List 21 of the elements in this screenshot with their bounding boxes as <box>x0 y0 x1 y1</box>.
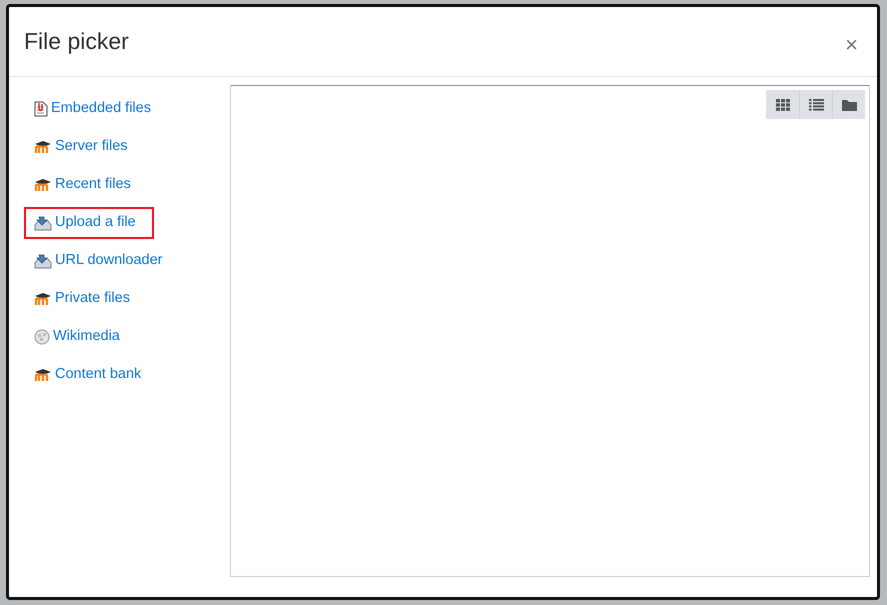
repository-link[interactable]: Content bank <box>24 359 160 391</box>
graduation-cap-icon <box>34 140 52 154</box>
globe-icon <box>34 329 50 345</box>
repository-link[interactable]: URL downloader <box>24 245 180 277</box>
repository-link[interactable]: Wikimedia <box>24 321 138 353</box>
upload-tray-icon <box>34 253 52 269</box>
dialog-title: File picker <box>24 27 129 56</box>
repository-link[interactable]: Embedded files <box>24 93 169 125</box>
repository-link[interactable]: Private files <box>24 283 148 315</box>
repository-link[interactable]: Upload a file <box>24 207 154 239</box>
list-icon <box>808 98 824 110</box>
folder-icon <box>842 98 856 110</box>
graduation-cap-icon <box>34 368 52 382</box>
graduation-cap-icon <box>34 178 52 192</box>
close-button[interactable]: × <box>841 34 862 56</box>
graduation-cap-icon <box>34 292 52 306</box>
upload-tray-icon <box>34 215 52 231</box>
repository-link[interactable]: Server files <box>24 131 146 163</box>
repository-link[interactable]: Recent files <box>24 169 149 201</box>
grid-icon <box>776 98 790 110</box>
document-icon <box>34 101 48 117</box>
